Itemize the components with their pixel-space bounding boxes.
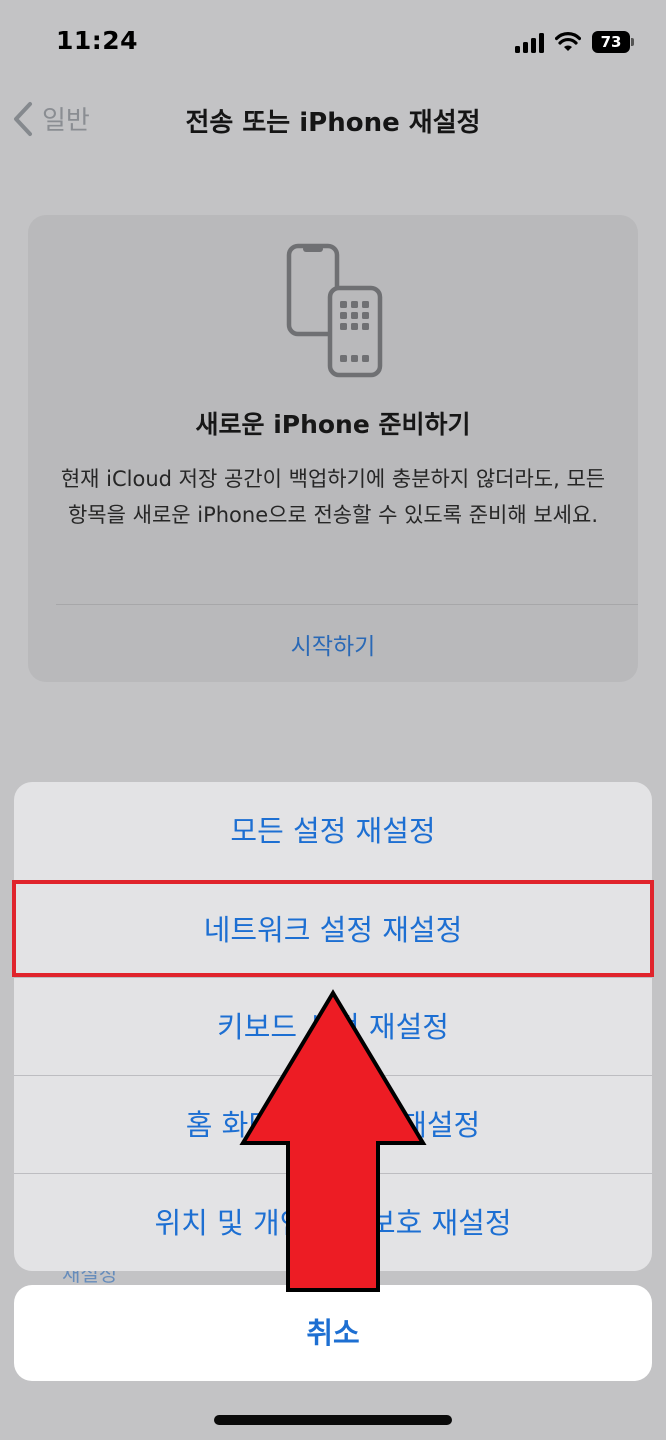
red-up-arrow-annotation	[239, 989, 427, 1292]
home-indicator	[214, 1415, 452, 1425]
